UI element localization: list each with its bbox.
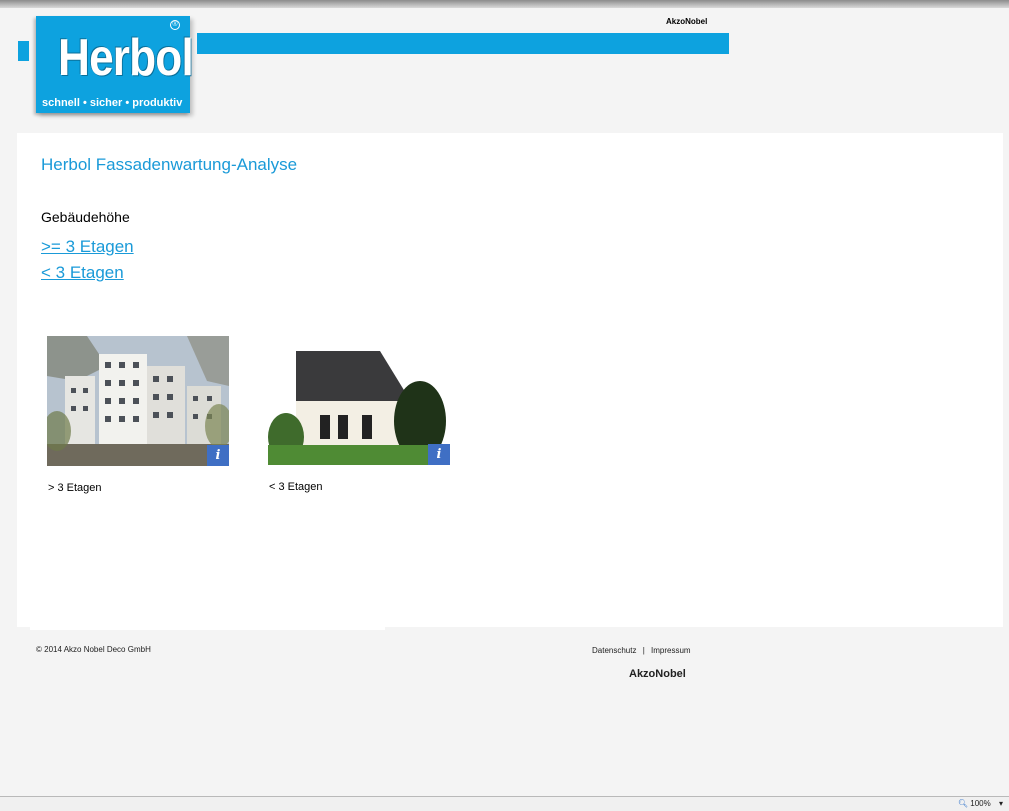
window-top-frame: [0, 0, 1009, 8]
datenschutz-link[interactable]: Datenschutz: [592, 646, 636, 655]
logo-wordmark: Herbol: [58, 29, 194, 87]
house-image: [268, 351, 450, 465]
link-under-3-etagen[interactable]: < 3 Etagen: [41, 263, 124, 283]
zoom-icon: 🔍︎: [957, 799, 969, 808]
header-accent-block: [18, 41, 29, 61]
browser-status-bar: 🔍︎ 100% ▾: [0, 796, 1009, 811]
apartment-building-photo[interactable]: i: [47, 336, 229, 466]
footer-separator: |: [642, 646, 645, 655]
zoom-control[interactable]: 🔍︎ 100% ▾: [958, 799, 1003, 808]
site-header: ® Herbol schnell • sicher • produktiv Ak…: [0, 8, 1009, 128]
akzonobel-header-logo: AkzoNobel: [666, 17, 708, 26]
akzonobel-footer-logo[interactable]: AkzoNobel: [629, 668, 686, 680]
impressum-link[interactable]: Impressum: [651, 646, 691, 655]
card-under-3-etagen[interactable]: i < 3 Etagen: [268, 351, 450, 493]
apartment-building-image: [47, 336, 229, 466]
house-photo[interactable]: i: [268, 351, 450, 465]
zoom-level: 100%: [970, 799, 991, 808]
page-title: Herbol Fassadenwartung-Analyse: [41, 155, 298, 174]
card-caption: > 3 Etagen: [48, 482, 102, 494]
chevron-down-icon[interactable]: ▾: [999, 799, 1003, 808]
logo-slogan: schnell • sicher • produktiv: [42, 97, 183, 109]
section-label-gebaeudehoehe: Gebäudehöhe: [41, 209, 130, 225]
info-icon[interactable]: i: [207, 445, 229, 466]
footer-divider: [30, 627, 385, 630]
herbol-logo[interactable]: ® Herbol schnell • sicher • produktiv: [36, 16, 194, 113]
card-over-3-etagen[interactable]: i > 3 Etagen: [47, 336, 229, 494]
link-3-plus-etagen[interactable]: >= 3 Etagen: [41, 237, 134, 257]
info-icon[interactable]: i: [428, 444, 450, 465]
main-content: Herbol Fassadenwartung-Analyse Gebäudehö…: [17, 133, 1003, 627]
footer-links: Datenschutz | Impressum: [592, 646, 691, 655]
copyright-text: © 2014 Akzo Nobel Deco GmbH: [36, 645, 151, 654]
header-blue-bar: [197, 33, 729, 54]
card-caption: < 3 Etagen: [269, 481, 323, 493]
